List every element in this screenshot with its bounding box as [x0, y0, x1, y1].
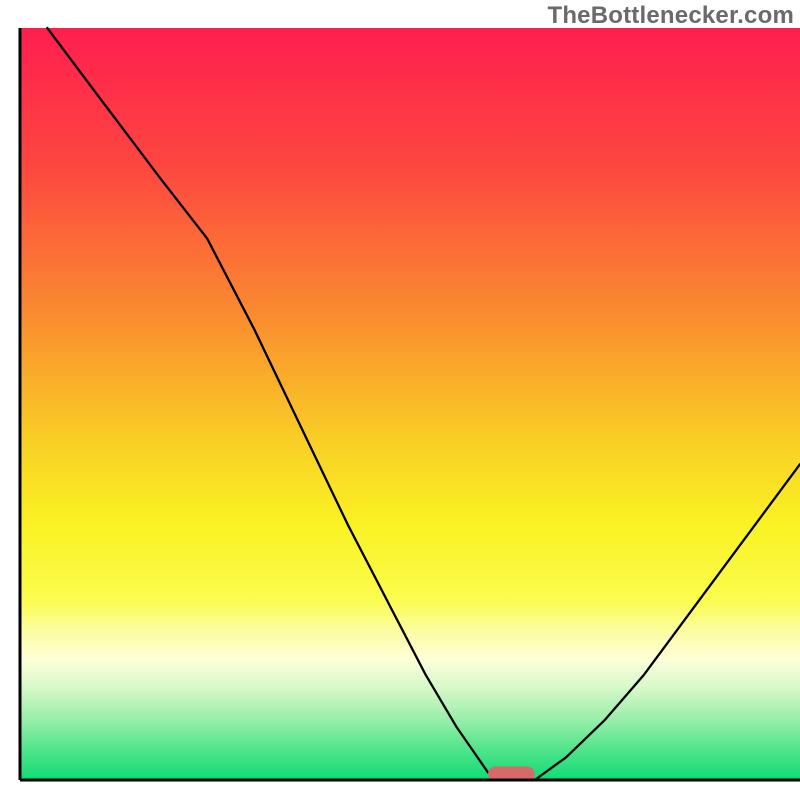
chart-container: TheBottlenecker.com	[0, 0, 800, 800]
chart-background-gradient	[20, 28, 800, 780]
watermark-text: TheBottlenecker.com	[547, 2, 794, 30]
bottleneck-chart	[0, 0, 800, 800]
